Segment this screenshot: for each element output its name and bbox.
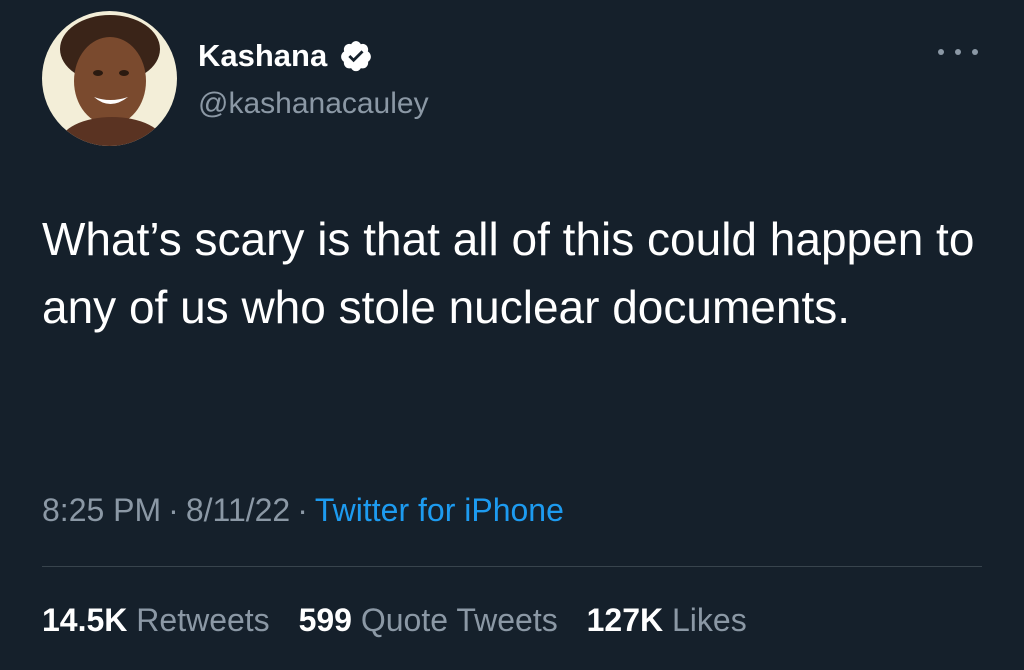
quote-tweets-label: Quote Tweets bbox=[360, 602, 558, 638]
more-options-icon[interactable] bbox=[938, 42, 978, 62]
tweet-stats: 14.5K Retweets 599 Quote Tweets 127K Lik… bbox=[42, 598, 767, 642]
tweet-text: What’s scary is that all of this could h… bbox=[42, 213, 975, 333]
quote-tweets-count: 599 bbox=[298, 602, 352, 638]
more-dot bbox=[972, 49, 978, 55]
avatar[interactable] bbox=[42, 11, 177, 146]
retweets-stat[interactable]: 14.5K Retweets bbox=[42, 602, 270, 638]
tweet-source-link[interactable]: Twitter for iPhone bbox=[315, 492, 564, 528]
meta-separator: · bbox=[297, 492, 308, 528]
tweet-time[interactable]: 8:25 PM bbox=[42, 492, 161, 528]
retweets-label: Retweets bbox=[136, 602, 270, 638]
tweet-date[interactable]: 8/11/22 bbox=[186, 492, 290, 528]
likes-stat[interactable]: 127K Likes bbox=[587, 602, 747, 638]
tweet-meta: 8:25 PM · 8/11/22 · Twitter for iPhone bbox=[42, 488, 564, 532]
author-display-name[interactable]: Kashana bbox=[198, 36, 327, 76]
avatar-image bbox=[42, 11, 177, 146]
likes-count: 127K bbox=[586, 602, 664, 638]
author-name-row[interactable]: Kashana bbox=[198, 36, 373, 76]
quote-tweets-stat[interactable]: 599 Quote Tweets bbox=[299, 602, 558, 638]
retweets-count: 14.5K bbox=[42, 602, 128, 638]
verified-badge-icon bbox=[339, 39, 373, 73]
likes-label: Likes bbox=[671, 602, 747, 638]
more-dot bbox=[955, 49, 961, 55]
more-dot bbox=[938, 49, 944, 55]
author-handle[interactable]: @kashanacauley bbox=[198, 84, 429, 124]
divider bbox=[42, 566, 982, 567]
meta-separator: · bbox=[168, 492, 179, 528]
